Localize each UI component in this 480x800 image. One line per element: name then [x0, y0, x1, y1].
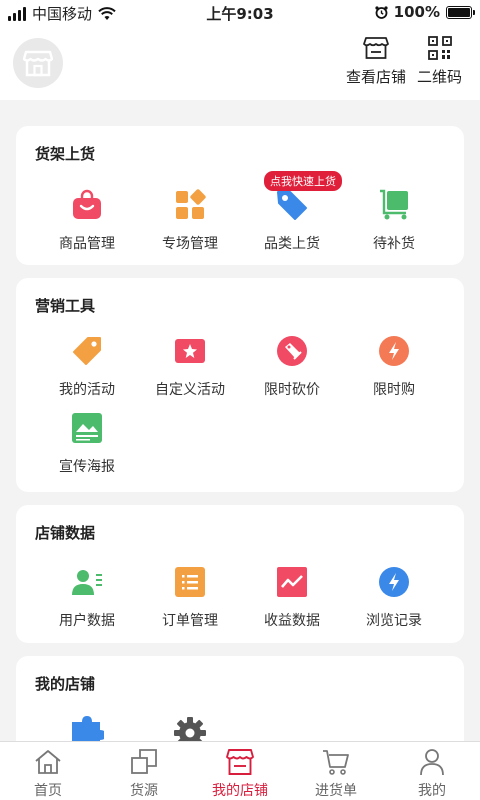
poster-item[interactable]: 宣传海报: [37, 411, 137, 476]
store-icon: [363, 37, 389, 59]
marketing-card: 营销工具 我的活动 自定义活动 限时砍价 限时购 宣传海报: [16, 278, 464, 492]
shop-avatar[interactable]: [13, 38, 63, 88]
item-label: 浏览记录: [366, 613, 422, 629]
tab-label: 货源: [130, 783, 158, 799]
cart-icon: [323, 750, 349, 775]
order-management-item[interactable]: 订单管理: [140, 565, 240, 630]
qr-code-icon: [427, 36, 452, 60]
price-tag-icon: [277, 191, 307, 220]
section-title: 营销工具: [35, 297, 96, 315]
item-label: 宣传海报: [59, 459, 115, 475]
section-title: 店铺数据: [35, 524, 96, 542]
category-upload-item[interactable]: 品类上货: [242, 188, 342, 253]
tab-label: 我的: [418, 783, 446, 799]
item-label: 订单管理: [162, 613, 218, 629]
item-label: 限时购: [373, 382, 415, 398]
store-icon: [226, 749, 254, 775]
special-management-item[interactable]: 专场管理: [140, 188, 240, 253]
custom-activity-item[interactable]: 自定义活动: [140, 334, 240, 399]
order-list-icon: [175, 567, 205, 597]
shelf-card: 货架上货 点我快速上货 商品管理 专场管理 品类上货 待补货: [16, 126, 464, 265]
section-title: 我的店铺: [35, 675, 96, 693]
item-label: 专场管理: [162, 236, 218, 252]
shop-data-card: 店铺数据 用户数据 订单管理 收益数据 浏览记录: [16, 505, 464, 643]
tab-purchase-order[interactable]: 进货单: [288, 742, 384, 800]
goods-management-item[interactable]: 商品管理: [37, 188, 137, 253]
store-icon: [23, 50, 53, 77]
tab-my-shop[interactable]: 我的店铺: [192, 742, 288, 800]
revenue-data-item[interactable]: 收益数据: [242, 565, 342, 630]
item-label: 收益数据: [264, 613, 320, 629]
battery-percent: 100%: [393, 3, 440, 21]
tag-icon: [73, 337, 101, 365]
home-icon: [35, 750, 61, 774]
item-label: 商品管理: [59, 236, 115, 252]
cart-icon: [380, 189, 408, 220]
flash-circle-icon: [379, 567, 409, 597]
alarm-icon: [375, 5, 388, 19]
poster-icon: [72, 413, 102, 443]
item-label: 待补货: [373, 236, 415, 252]
section-title: 货架上货: [35, 145, 96, 163]
user-data-item[interactable]: 用户数据: [37, 565, 137, 630]
bargain-item[interactable]: 限时砍价: [242, 334, 342, 399]
qr-code-button[interactable]: 二维码: [417, 36, 462, 87]
item-label: 限时砍价: [264, 382, 320, 398]
item-label: 品类上货: [264, 236, 320, 252]
source-icon: [131, 749, 157, 774]
tab-profile[interactable]: 我的: [384, 742, 480, 800]
restock-item[interactable]: 待补货: [344, 188, 444, 253]
my-activity-item[interactable]: 我的活动: [37, 334, 137, 399]
browse-history-item[interactable]: 浏览记录: [344, 565, 444, 630]
tab-home[interactable]: 首页: [0, 742, 96, 800]
trend-chart-icon: [277, 567, 307, 597]
tab-source[interactable]: 货源: [96, 742, 192, 800]
shopping-bag-icon: [73, 189, 101, 219]
star-ticket-icon: [175, 339, 205, 363]
view-shop-label: 查看店铺: [346, 68, 407, 86]
grid-squares-icon: [176, 189, 206, 219]
flash-sale-item[interactable]: 限时购: [344, 334, 444, 399]
flash-icon: [379, 336, 409, 366]
tab-label: 我的店铺: [212, 783, 268, 799]
status-bar: 中国移动 上午9:03 100%: [0, 0, 480, 24]
user-data-icon: [72, 570, 102, 595]
item-label: 自定义活动: [155, 382, 225, 398]
battery-icon: [446, 5, 475, 19]
bottom-tab-bar: 首页 货源 我的店铺 进货单 我的: [0, 741, 480, 800]
item-label: 我的活动: [59, 382, 115, 398]
item-label: 用户数据: [59, 613, 115, 629]
tab-label: 首页: [34, 783, 62, 799]
qr-code-label: 二维码: [417, 68, 463, 86]
shop-header: 查看店铺 二维码: [0, 24, 480, 100]
discount-icon: [277, 336, 307, 366]
tab-label: 进货单: [315, 783, 357, 799]
profile-icon: [420, 749, 444, 776]
view-shop-button[interactable]: 查看店铺: [346, 36, 406, 87]
